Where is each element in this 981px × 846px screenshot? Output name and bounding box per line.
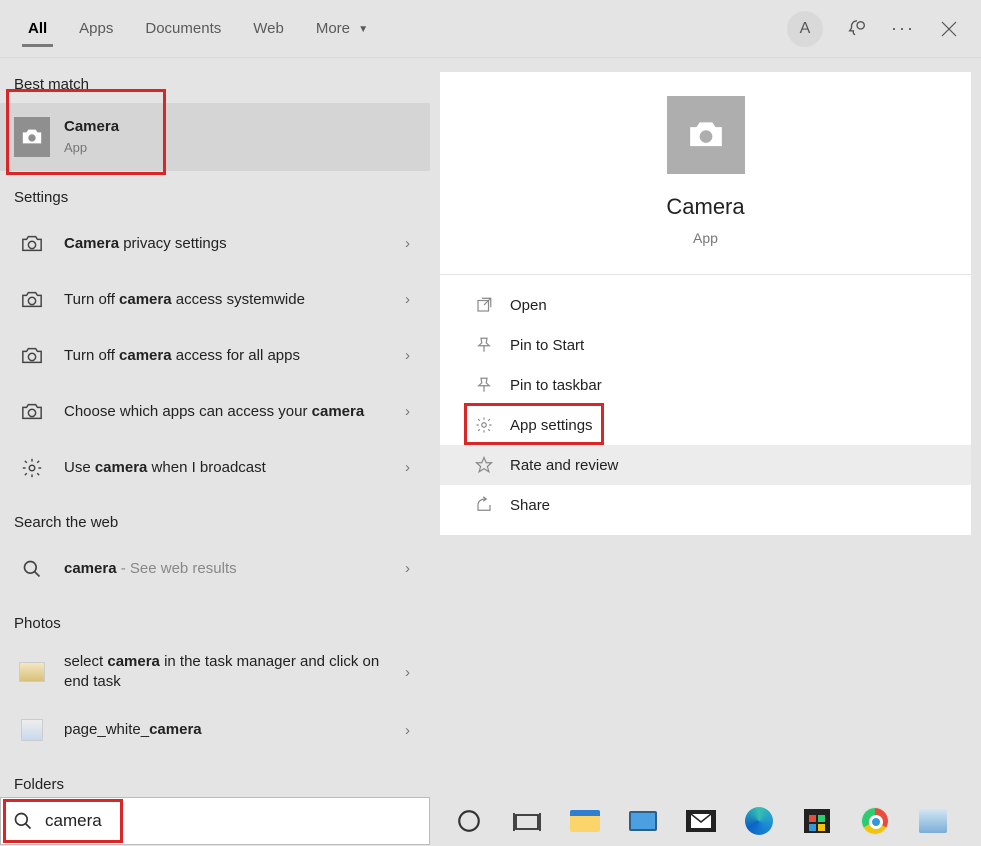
search-box[interactable] <box>0 797 430 845</box>
action-rate-review[interactable]: Rate and review <box>440 445 971 485</box>
mail-icon[interactable] <box>684 804 718 838</box>
action-label: App settings <box>510 417 593 434</box>
chevron-right-icon: › <box>399 403 416 420</box>
chrome-icon[interactable] <box>858 804 892 838</box>
tab-all[interactable]: All <box>12 2 63 55</box>
chevron-right-icon: › <box>399 664 416 681</box>
image-icon <box>14 654 50 690</box>
tab-documents[interactable]: Documents <box>129 2 237 55</box>
settings-item-broadcast[interactable]: Use camera when I broadcast › <box>0 440 430 496</box>
header-tabs: All Apps Documents Web More ▼ A ··· <box>0 0 981 58</box>
search-icon <box>1 811 45 831</box>
section-photos: Photos <box>0 597 430 642</box>
web-search-result[interactable]: camera - See web results › <box>0 541 430 597</box>
image-icon <box>14 712 50 748</box>
section-settings: Settings <box>0 171 430 216</box>
camera-icon <box>14 394 50 430</box>
action-label: Pin to Start <box>510 337 584 354</box>
results-panel: Best match Camera App Settings Camera pr… <box>0 58 430 796</box>
preview-hero: Camera App <box>440 96 971 275</box>
tabs-container: All Apps Documents Web More ▼ <box>12 2 787 55</box>
action-open[interactable]: Open <box>440 285 971 325</box>
preview-subtitle: App <box>693 230 718 246</box>
web-search-label: camera - See web results <box>64 559 399 579</box>
action-label: Rate and review <box>510 457 618 474</box>
preview-actions: Open Pin to Start Pin to taskbar App set… <box>440 275 971 535</box>
section-folders: Folders <box>0 758 430 796</box>
camera-app-icon <box>14 119 50 155</box>
task-view-icon[interactable] <box>510 804 544 838</box>
action-pin-start[interactable]: Pin to Start <box>440 325 971 365</box>
photo-result-2[interactable]: page_white_camera › <box>0 702 430 758</box>
section-search-web: Search the web <box>0 496 430 541</box>
preview-panel: Camera App Open Pin to Start Pin to task… <box>430 58 981 796</box>
cortana-icon[interactable] <box>452 804 486 838</box>
chevron-right-icon: › <box>399 235 416 252</box>
action-label: Open <box>510 297 547 314</box>
settings-item-camera-privacy[interactable]: Camera privacy settings › <box>0 216 430 272</box>
settings-item-choose-apps[interactable]: Choose which apps can access your camera… <box>0 384 430 440</box>
action-app-settings[interactable]: App settings <box>440 405 971 445</box>
close-icon[interactable] <box>937 17 961 41</box>
photo-result-1[interactable]: select camera in the task manager and cl… <box>0 642 430 703</box>
user-avatar[interactable]: A <box>787 11 823 47</box>
action-label: Share <box>510 497 550 514</box>
action-label: Pin to taskbar <box>510 377 602 394</box>
settings-item-label: Use camera when I broadcast <box>64 458 399 478</box>
store-icon[interactable] <box>800 804 834 838</box>
action-share[interactable]: Share <box>440 485 971 525</box>
settings-item-label: Camera privacy settings <box>64 234 399 254</box>
photo-label: page_white_camera <box>64 720 399 740</box>
chevron-right-icon: › <box>399 459 416 476</box>
camera-icon <box>14 338 50 374</box>
star-icon <box>474 455 494 475</box>
camera-icon <box>14 226 50 262</box>
chevron-down-icon: ▼ <box>358 24 368 35</box>
preview-card: Camera App Open Pin to Start Pin to task… <box>440 72 971 535</box>
pin-icon <box>474 375 494 395</box>
settings-item-label: Turn off camera access for all apps <box>64 346 399 366</box>
chevron-right-icon: › <box>399 291 416 308</box>
open-icon <box>474 295 494 315</box>
chevron-right-icon: › <box>399 560 416 577</box>
section-best-match: Best match <box>0 58 430 103</box>
camera-icon <box>14 282 50 318</box>
app-tile-icon <box>667 96 745 174</box>
monitor-icon[interactable] <box>626 804 660 838</box>
chevron-right-icon: › <box>399 347 416 364</box>
tab-apps[interactable]: Apps <box>63 2 129 55</box>
share-icon <box>474 495 494 515</box>
feedback-icon[interactable] <box>845 17 869 41</box>
best-match-text: Camera App <box>64 117 416 157</box>
settings-item-turnoff-allapps[interactable]: Turn off camera access for all apps › <box>0 328 430 384</box>
photo-label: select camera in the task manager and cl… <box>64 652 399 693</box>
edge-icon[interactable] <box>742 804 776 838</box>
taskbar <box>430 804 950 838</box>
tab-more[interactable]: More ▼ <box>300 2 384 55</box>
gear-icon <box>14 450 50 486</box>
best-match-result[interactable]: Camera App <box>0 103 430 171</box>
main-split: Best match Camera App Settings Camera pr… <box>0 58 981 796</box>
search-icon <box>14 551 50 587</box>
settings-item-label: Turn off camera access systemwide <box>64 290 399 310</box>
tab-web[interactable]: Web <box>237 2 300 55</box>
header-actions: A ··· <box>787 11 969 47</box>
search-input[interactable] <box>45 811 429 831</box>
pin-icon <box>474 335 494 355</box>
gear-icon <box>474 415 494 435</box>
more-options-icon[interactable]: ··· <box>891 17 915 41</box>
app-icon[interactable] <box>916 804 950 838</box>
settings-item-label: Choose which apps can access your camera <box>64 402 399 422</box>
chevron-right-icon: › <box>399 722 416 739</box>
preview-title: Camera <box>666 194 744 220</box>
file-explorer-icon[interactable] <box>568 804 602 838</box>
settings-item-turnoff-systemwide[interactable]: Turn off camera access systemwide › <box>0 272 430 328</box>
action-pin-taskbar[interactable]: Pin to taskbar <box>440 365 971 405</box>
bottom-bar <box>0 796 981 846</box>
